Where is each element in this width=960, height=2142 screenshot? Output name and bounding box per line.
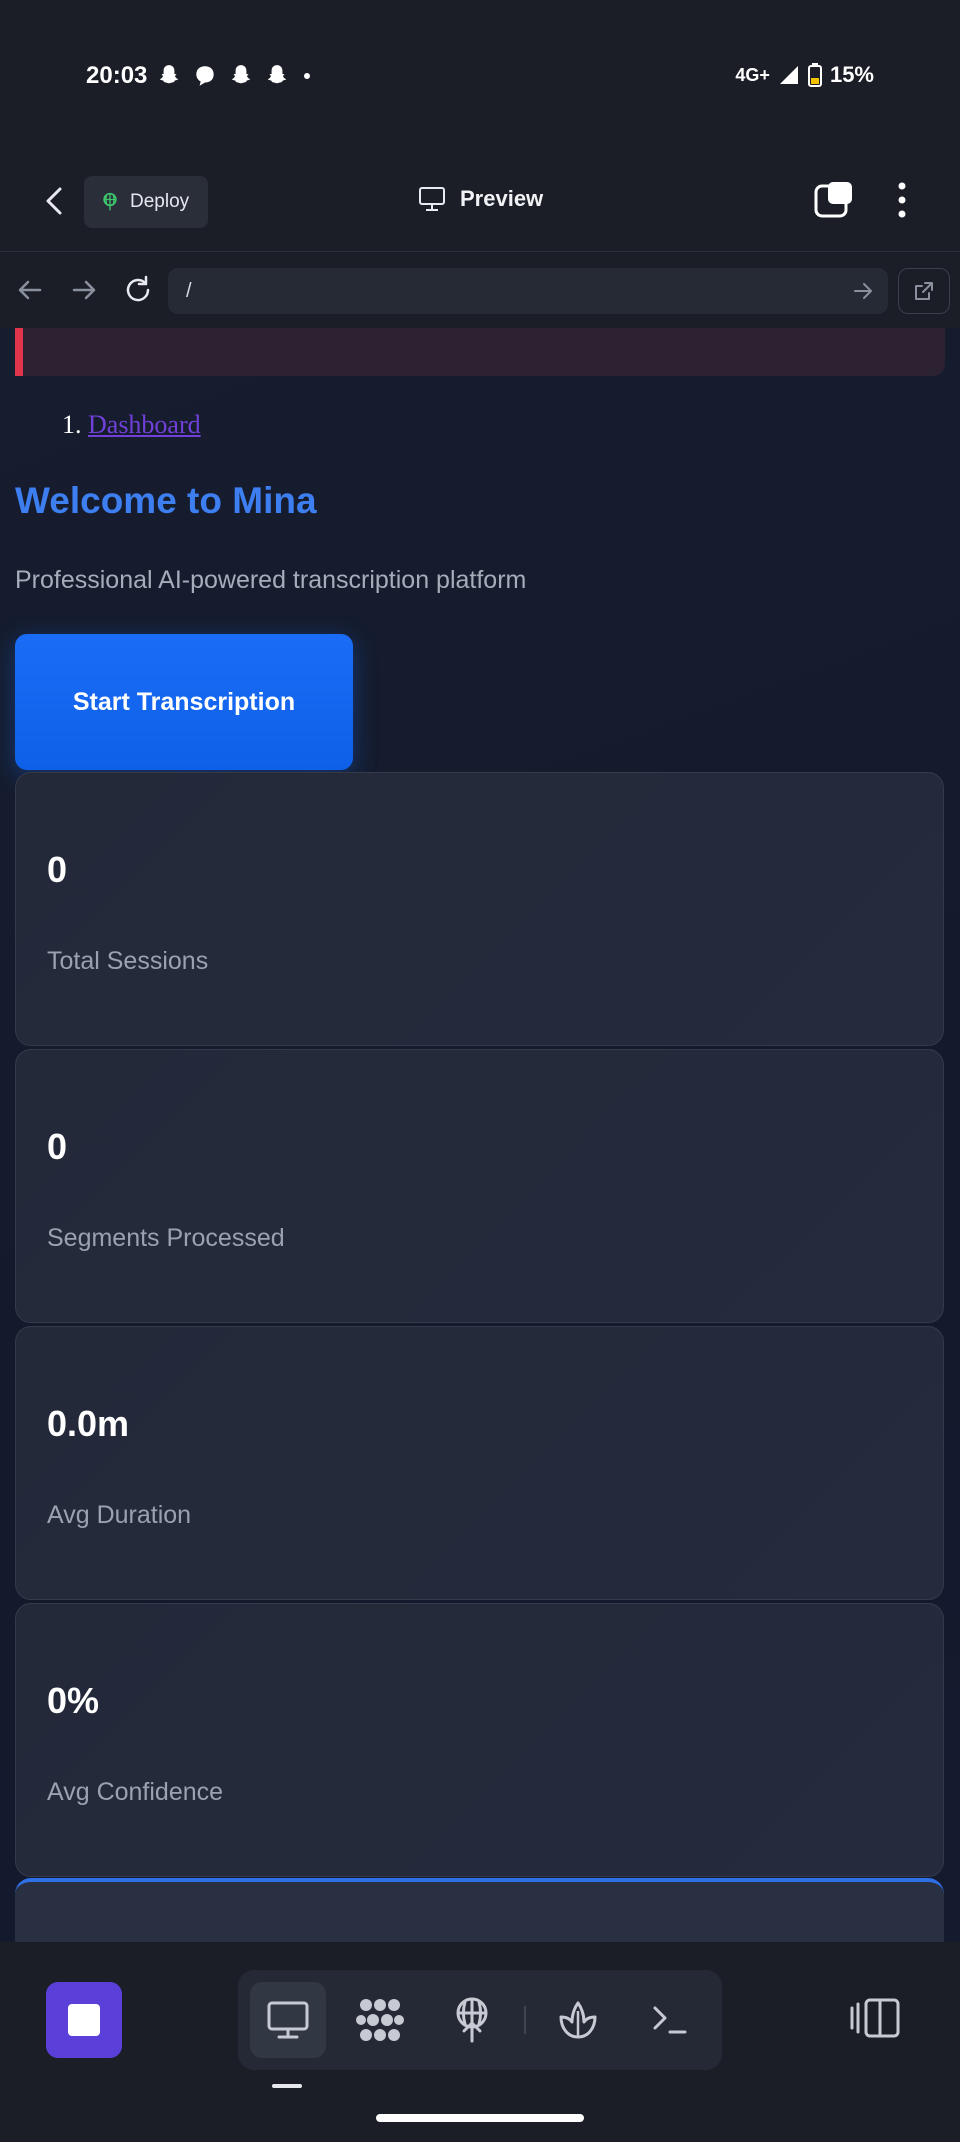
stat-card-avg-confidence: 0% Avg Confidence (15, 1603, 944, 1877)
breadcrumb: 1. Dashboard (62, 410, 201, 440)
external-link-icon (915, 282, 933, 300)
threads-icon (196, 66, 214, 86)
stat-value: 0.0m (47, 1403, 130, 1444)
stat-card-total-sessions: 0 Total Sessions (15, 772, 944, 1046)
terminal-tool-button[interactable] (632, 1982, 708, 2058)
active-tool-indicator (272, 2084, 302, 2088)
stat-label: Avg Duration (47, 1501, 192, 1529)
breadcrumb-number: 1. (62, 410, 82, 439)
monitor-icon (419, 187, 445, 211)
more-options-icon[interactable] (890, 178, 914, 222)
signal-icon (779, 66, 798, 84)
network-type: 4G+ (735, 64, 770, 85)
deploy-icon (103, 192, 117, 211)
tool-group (238, 1970, 722, 2070)
stat-card-segments-processed: 0 Segments Processed (15, 1049, 944, 1323)
apps-icon (356, 1999, 404, 2041)
alert-banner (15, 328, 945, 376)
shell-tool-button[interactable] (540, 1982, 616, 2058)
web-content: 1. Dashboard Welcome to Mina Professiona… (0, 328, 960, 1942)
stat-value: 0 (47, 1126, 68, 1167)
battery-icon (807, 63, 822, 87)
desktop-icon (267, 2001, 309, 2039)
deploy-icon (456, 1997, 488, 2043)
stat-label: Avg Confidence (47, 1778, 224, 1806)
tabs-icon[interactable] (814, 180, 854, 220)
stat-label: Segments Processed (47, 1224, 285, 1252)
browser-forward-icon[interactable] (68, 274, 100, 306)
battery-level: 15% (829, 62, 874, 87)
app-bar: Deploy Preview (0, 150, 960, 252)
url-input[interactable]: / (168, 268, 888, 314)
open-external-button[interactable] (898, 268, 950, 314)
stat-value: 0% (47, 1680, 100, 1721)
toolbar-divider (524, 2006, 526, 2034)
status-bar: 20:03 4G+ 15% (0, 0, 960, 150)
shell-icon (559, 2001, 597, 2039)
refresh-icon[interactable] (122, 274, 154, 306)
desktop-tool-button[interactable] (250, 1982, 326, 2058)
start-transcription-button[interactable]: Start Transcription (15, 634, 353, 770)
deploy-button[interactable]: Deploy (84, 176, 208, 228)
apps-tool-button[interactable] (342, 1982, 418, 2058)
snapchat-icon (231, 65, 251, 84)
page-subtitle: Professional AI-powered transcription pl… (15, 566, 527, 594)
stat-value: 0 (47, 849, 68, 890)
terminal-icon (653, 2006, 687, 2034)
preview-label: Preview (460, 186, 544, 211)
stat-label: Total Sessions (47, 947, 209, 975)
deploy-tool-button[interactable] (434, 1982, 510, 2058)
next-card-partial (15, 1878, 944, 1942)
browser-bar: / (0, 252, 960, 328)
dot-icon (304, 73, 310, 79)
panel-toggle-icon[interactable] (848, 1994, 904, 2042)
bottom-toolbar (0, 1942, 960, 2142)
browser-back-icon[interactable] (14, 274, 46, 306)
breadcrumb-link-dashboard[interactable]: Dashboard (88, 410, 201, 439)
snapchat-icon (267, 65, 287, 84)
snapchat-icon (159, 65, 179, 84)
go-arrow-icon[interactable] (852, 280, 874, 302)
notification-icons (156, 63, 314, 89)
stop-icon (68, 2004, 100, 2036)
stat-card-avg-duration: 0.0m Avg Duration (15, 1326, 944, 1600)
deploy-label: Deploy (130, 191, 190, 212)
url-text: / (186, 279, 192, 302)
status-time: 20:03 (86, 62, 148, 89)
page-title: Welcome to Mina (15, 480, 317, 521)
stop-button[interactable] (46, 1982, 122, 2058)
back-icon[interactable] (38, 184, 72, 218)
home-indicator[interactable] (376, 2114, 584, 2122)
preview-title: Preview (418, 186, 543, 212)
status-right: 4G+ 15% (735, 62, 874, 88)
